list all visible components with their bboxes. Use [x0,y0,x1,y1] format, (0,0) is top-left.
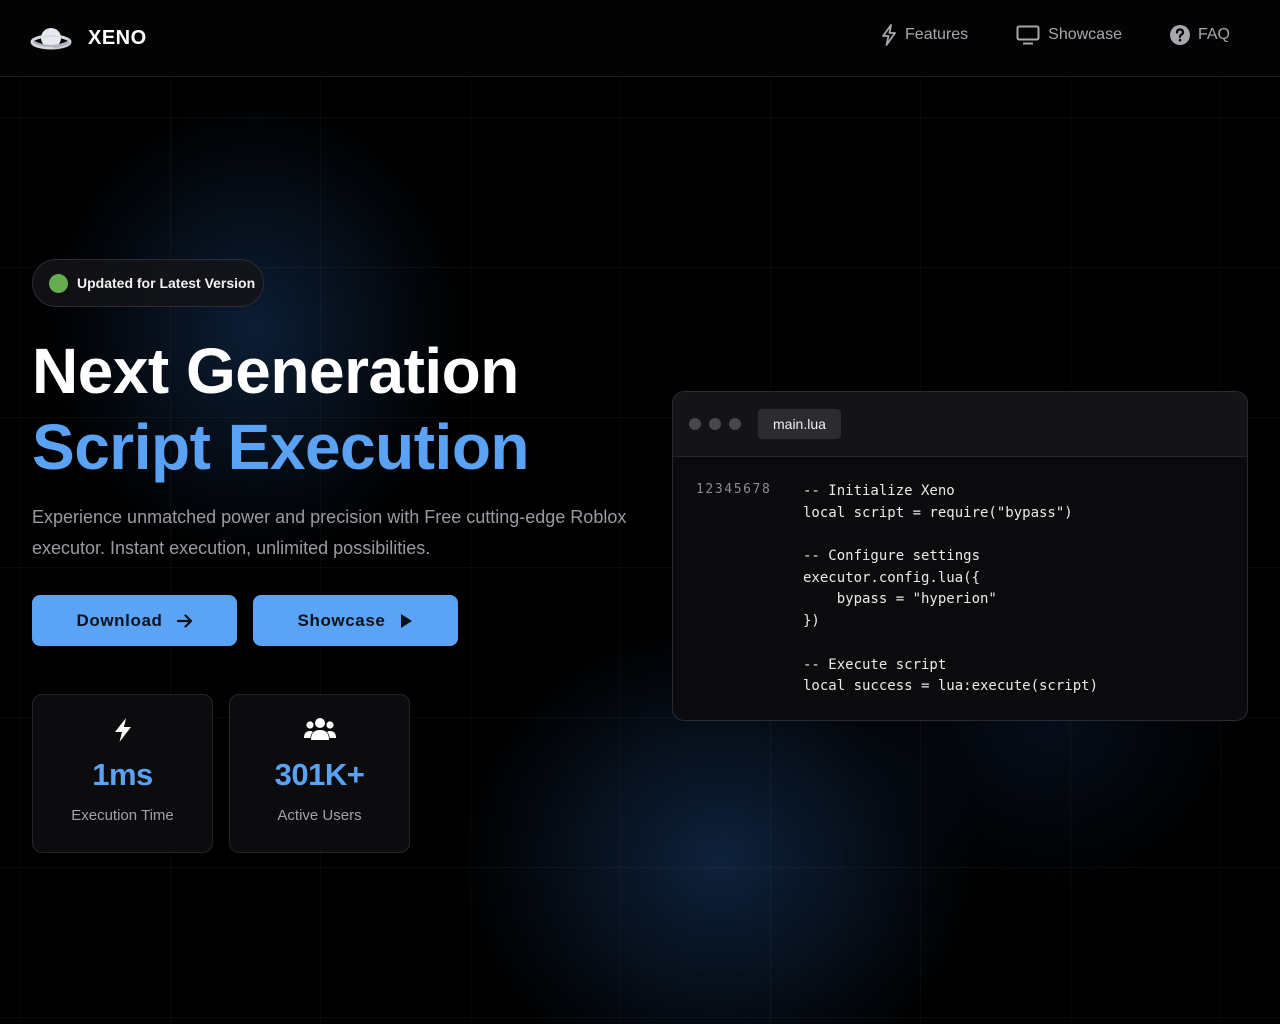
stat-label: Execution Time [71,807,174,824]
window-dot-close [689,418,701,430]
nav-link-showcase[interactable]: Showcase [1016,25,1122,45]
showcase-button-label: Showcase [297,610,386,630]
bolt-icon [114,718,131,742]
stat-icon-wrap [230,717,409,741]
nav-link-faq[interactable]: FAQ [1169,25,1230,45]
file-tab[interactable]: main.lua [758,409,841,439]
nav-link-features[interactable]: Features [881,24,968,46]
code-line: -- Configure settings [803,548,981,565]
brand[interactable]: XENO [30,20,147,56]
arrow-right-icon [176,613,192,628]
hero-title: Next Generation Script Execution [32,333,530,485]
stat-icon-wrap [33,717,212,743]
code-line: local success = lua:execute(script) [803,678,1099,695]
hero-title-line1: Next Generation [32,335,519,407]
users-icon [303,718,336,740]
status-badge-text: Updated for Latest Version [77,275,256,291]
window-dot-minimize [709,418,721,430]
window-dot-maximize [729,418,741,430]
code-line: local script = require("bypass") [803,504,1073,521]
code-window-header: main.lua [673,392,1247,457]
line-numbers: 12345678 [696,482,772,497]
hero-subtitle: Experience unmatched power and precision… [32,507,627,558]
navbar: XENO Features Showcase FAQ [0,0,1280,77]
code-line: bypass = "hyperion" [803,591,997,608]
status-dot [49,273,68,293]
bolt-icon [882,24,896,46]
showcase-button[interactable]: Showcase [253,595,458,646]
page: XENO Features Showcase FAQ Updated for L… [0,0,1280,1024]
code-window: main.lua 12345678 -- Initialize Xeno loca… [672,391,1248,721]
brand-name: XENO [88,26,147,49]
monitor-icon [1016,25,1040,45]
code-line: -- Execute script [803,656,947,673]
stat-label: Active Users [277,807,362,824]
stat-card-active-users: 301K+ Active Users [229,694,410,853]
status-badge: Updated for Latest Version [32,259,264,307]
nav-links: Features Showcase FAQ [833,24,1230,46]
nav-link-features-label: Features [905,26,969,43]
code-editor: -- Initialize Xeno local script = require… [803,481,1098,698]
nav-link-showcase-label: Showcase [1048,26,1122,43]
stat-value: 1ms [92,757,153,792]
stat-value: 301K+ [274,757,365,792]
nav-link-faq-label: FAQ [1197,26,1230,43]
hero-title-line2: Script Execution [32,411,530,483]
saturn-logo-icon [30,28,72,50]
download-button-label: Download [76,610,163,630]
code-line: executor.config.lua({ [803,569,981,586]
download-button[interactable]: Download [32,595,237,646]
stat-card-execution-time: 1ms Execution Time [32,694,213,853]
question-circle-icon [1169,25,1190,45]
code-line: -- Initialize Xeno [803,483,955,499]
play-icon [401,613,413,628]
code-line: }) [803,613,820,630]
